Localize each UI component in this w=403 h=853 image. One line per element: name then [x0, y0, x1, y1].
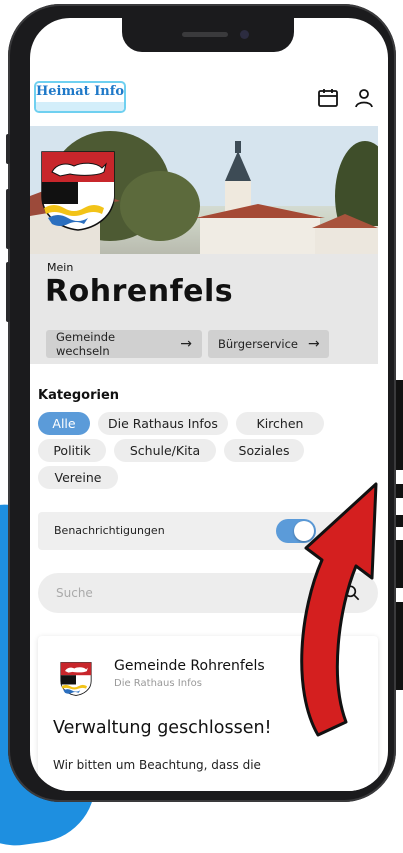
category-chip-vereine[interactable]: Vereine	[38, 466, 118, 489]
coat-of-arms-icon	[41, 151, 115, 231]
arrow-right-icon: →	[308, 336, 320, 352]
categories-title: Kategorien	[38, 388, 120, 403]
phone-notch	[122, 18, 294, 52]
category-chip-politik[interactable]: Politik	[38, 439, 106, 462]
app-logo[interactable]: Heimat Info	[34, 81, 126, 113]
arrow-right-icon: →	[180, 336, 192, 352]
switch-municipality-button[interactable]: Gemeinde wechseln →	[46, 330, 202, 358]
phone-frame: Heimat Info Mein Rohrenfels Gemeinde wec…	[6, 4, 396, 802]
app-screen: Heimat Info Mein Rohrenfels Gemeinde wec…	[30, 18, 388, 791]
search-input[interactable]: Suche	[56, 586, 93, 600]
category-chip-kirchen[interactable]: Kirchen	[236, 412, 324, 435]
category-chip-rathaus[interactable]: Die Rathaus Infos	[98, 412, 228, 435]
news-headline: Verwaltung geschlossen!	[53, 718, 272, 738]
hero-image	[30, 126, 378, 256]
phone-side-button	[6, 189, 10, 249]
news-card[interactable]: Gemeinde Rohrenfels Die Rathaus Infos Ve…	[38, 636, 378, 791]
notifications-row: Benachrichtigungen	[38, 512, 356, 550]
switch-municipality-label: Gemeinde wechseln	[56, 330, 116, 358]
search-field[interactable]: Suche	[38, 573, 378, 613]
news-category: Die Rathaus Infos	[114, 678, 202, 689]
calendar-icon[interactable]	[316, 86, 340, 110]
phone-side-button	[6, 134, 10, 164]
citizen-service-button[interactable]: Bürgerservice →	[208, 330, 329, 358]
notifications-label: Benachrichtigungen	[54, 524, 165, 537]
city-title: Rohrenfels	[45, 274, 234, 309]
app-logo-text: Heimat Info	[36, 84, 124, 99]
user-icon[interactable]	[352, 86, 376, 110]
municipality-crest-icon	[60, 662, 92, 696]
phone-side-button	[6, 262, 10, 322]
category-chip-alle[interactable]: Alle	[38, 412, 90, 435]
citizen-service-label: Bürgerservice	[218, 337, 299, 351]
news-organization: Gemeinde Rohrenfels	[114, 658, 265, 674]
category-chip-schule[interactable]: Schule/Kita	[114, 439, 216, 462]
notifications-toggle[interactable]	[276, 519, 316, 543]
news-body: Wir bitten um Beachtung, dass die	[53, 758, 261, 772]
category-chip-soziales[interactable]: Soziales	[224, 439, 304, 462]
city-pre-title: Mein	[47, 261, 74, 274]
search-icon[interactable]	[342, 583, 362, 603]
